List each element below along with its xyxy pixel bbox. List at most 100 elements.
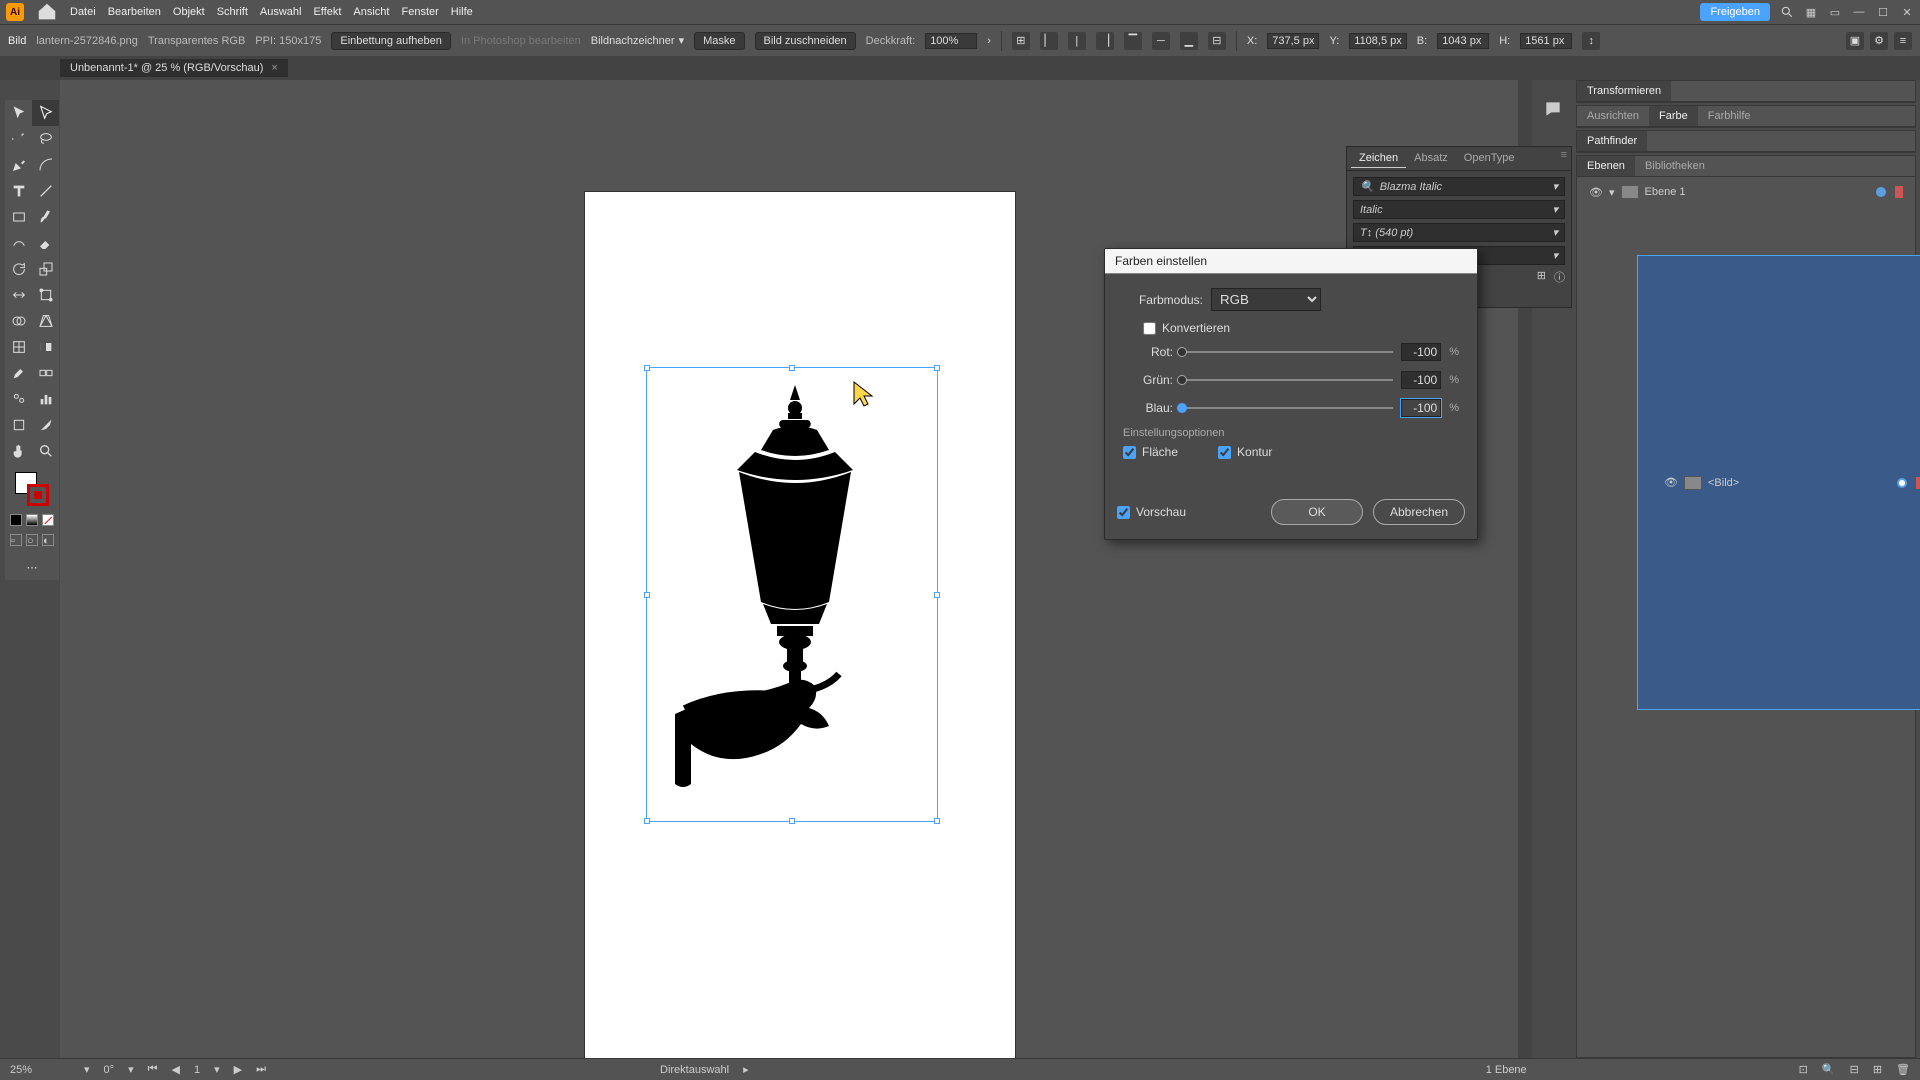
blend-tool[interactable] — [32, 360, 59, 386]
panel-menu-icon[interactable]: ≡ — [1561, 149, 1567, 168]
layer-target-icon[interactable] — [1897, 478, 1907, 488]
cancel-button[interactable]: Abbrechen — [1373, 499, 1465, 525]
menu-fenster[interactable]: Fenster — [401, 6, 438, 18]
layer-sub-row[interactable]: 👁 <Bild> — [1637, 255, 1920, 710]
placed-image[interactable] — [655, 380, 925, 810]
tab-pathfinder[interactable]: Pathfinder — [1577, 131, 1647, 151]
free-transform-tool[interactable] — [32, 282, 59, 308]
line-tool[interactable] — [32, 178, 59, 204]
align-top-icon[interactable]: ▔ — [1124, 32, 1142, 50]
fill-checkbox[interactable] — [1123, 446, 1136, 459]
none-mode-icon[interactable] — [42, 514, 54, 526]
new-sublayer-icon[interactable]: ⊟ — [1850, 1063, 1859, 1076]
menu-overflow-icon[interactable]: ≡ — [1894, 32, 1912, 50]
distribute-icon[interactable]: ⊟ — [1208, 32, 1226, 50]
magic-wand-tool[interactable] — [5, 126, 32, 152]
new-layer-icon[interactable]: ⊞ — [1873, 1063, 1882, 1076]
gradient-tool[interactable] — [32, 334, 59, 360]
menu-effekt[interactable]: Effekt — [313, 6, 341, 18]
close-tab-icon[interactable]: × — [271, 62, 277, 74]
edit-toolbar-icon[interactable]: ⋯ — [5, 554, 59, 580]
zoom-tool[interactable] — [32, 438, 59, 464]
menu-ansicht[interactable]: Ansicht — [353, 6, 389, 18]
zoom-field[interactable]: 25% — [10, 1064, 70, 1076]
selection-tool[interactable] — [5, 100, 32, 126]
font-family-field[interactable]: 🔍Blazma Italic▾ — [1353, 177, 1565, 196]
opacity-field[interactable]: 100% — [925, 33, 977, 49]
transform-icon[interactable]: ⊞ — [1012, 32, 1030, 50]
tab-zeichen[interactable]: Zeichen — [1351, 149, 1406, 168]
mesh-tool[interactable] — [5, 334, 32, 360]
align-mid-icon[interactable]: ─ — [1152, 32, 1170, 50]
font-size-field[interactable]: T↕ (540 pt)▾ — [1353, 223, 1565, 242]
share-button[interactable]: Freigeben — [1700, 3, 1770, 21]
mask-button[interactable]: Maske — [694, 32, 744, 50]
tab-color[interactable]: Farbe — [1649, 106, 1698, 126]
red-value[interactable]: -100 — [1401, 343, 1441, 361]
paintbrush-tool[interactable] — [32, 204, 59, 230]
curvature-tool[interactable] — [32, 152, 59, 178]
lasso-tool[interactable] — [32, 126, 59, 152]
layer-target-icon[interactable] — [1876, 187, 1886, 197]
type-tool[interactable] — [5, 178, 32, 204]
preview-checkbox[interactable] — [1117, 506, 1130, 519]
unembed-button[interactable]: Einbettung aufheben — [331, 32, 451, 50]
isolate-icon[interactable]: ▣ — [1846, 32, 1864, 50]
x-field[interactable]: 737,5 px — [1267, 33, 1319, 49]
shape-builder-tool[interactable] — [5, 308, 32, 334]
tab-libraries[interactable]: Bibliotheken — [1635, 156, 1715, 176]
artboard-nav-back-icon[interactable]: ◀ — [172, 1063, 180, 1076]
scale-tool[interactable] — [32, 256, 59, 282]
draw-behind-icon[interactable]: ◐ — [42, 534, 54, 546]
disclosure-icon[interactable]: ▾ — [1609, 186, 1615, 199]
font-style-field[interactable]: Italic▾ — [1353, 200, 1565, 219]
perspective-tool[interactable] — [32, 308, 59, 334]
glyph-info-icon[interactable]: ⓘ — [1554, 269, 1565, 285]
canvas-area[interactable] — [60, 80, 1532, 1058]
arrange-icon[interactable]: ▦ — [1804, 5, 1818, 19]
blue-slider[interactable] — [1181, 407, 1393, 409]
visibility-icon[interactable]: 👁 — [1664, 476, 1678, 489]
stroke-checkbox[interactable] — [1218, 446, 1231, 459]
color-mode-select[interactable]: RGB — [1211, 288, 1321, 311]
ok-button[interactable]: OK — [1271, 499, 1363, 525]
tab-absatz[interactable]: Absatz — [1406, 149, 1456, 168]
search-icon[interactable] — [1780, 5, 1794, 19]
menu-hilfe[interactable]: Hilfe — [451, 6, 473, 18]
draw-normal-icon[interactable]: ○ — [26, 534, 38, 546]
tab-layers[interactable]: Ebenen — [1577, 156, 1635, 176]
menu-auswahl[interactable]: Auswahl — [260, 6, 302, 18]
screen-mode-icon[interactable]: ▫ — [10, 534, 22, 546]
width-tool[interactable] — [5, 282, 32, 308]
comments-icon[interactable] — [1534, 94, 1572, 124]
crop-button[interactable]: Bild zuschneiden — [755, 32, 856, 50]
eraser-tool[interactable] — [32, 230, 59, 256]
y-field[interactable]: 1108,5 px — [1349, 33, 1407, 49]
rectangle-tool[interactable] — [5, 204, 32, 230]
w-field[interactable]: 1043 px — [1437, 33, 1489, 49]
shaper-tool[interactable] — [5, 230, 32, 256]
red-slider[interactable] — [1181, 351, 1393, 353]
align-left-icon[interactable]: ▏ — [1040, 32, 1058, 50]
stroke-swatch[interactable] — [27, 484, 49, 506]
tab-colorguide[interactable]: Farbhilfe — [1698, 106, 1761, 126]
menu-schrift[interactable]: Schrift — [217, 6, 248, 18]
menu-datei[interactable]: Datei — [70, 6, 96, 18]
artboard-nav-prev-icon[interactable]: ⏮ — [148, 1063, 158, 1076]
direct-selection-tool[interactable] — [32, 100, 59, 126]
graph-tool[interactable] — [32, 386, 59, 412]
slice-tool[interactable] — [32, 412, 59, 438]
tab-align[interactable]: Ausrichten — [1577, 106, 1649, 126]
visibility-icon[interactable]: 👁 — [1589, 186, 1603, 199]
pref-icon[interactable]: ⚙ — [1870, 32, 1888, 50]
align-right-icon[interactable]: ▕ — [1096, 32, 1114, 50]
gradient-mode-icon[interactable] — [26, 514, 38, 526]
artboard[interactable] — [585, 192, 1015, 1062]
convert-checkbox[interactable] — [1143, 322, 1156, 335]
find-layer-icon[interactable]: 🔍 — [1822, 1063, 1836, 1076]
artboard-nav-last-icon[interactable]: ⏭ — [256, 1063, 266, 1076]
green-slider[interactable] — [1181, 379, 1393, 381]
linked-filename[interactable]: lantern-2572846.png — [36, 35, 138, 47]
close-icon[interactable]: ✕ — [1900, 5, 1914, 19]
maximize-icon[interactable]: ☐ — [1876, 5, 1890, 19]
